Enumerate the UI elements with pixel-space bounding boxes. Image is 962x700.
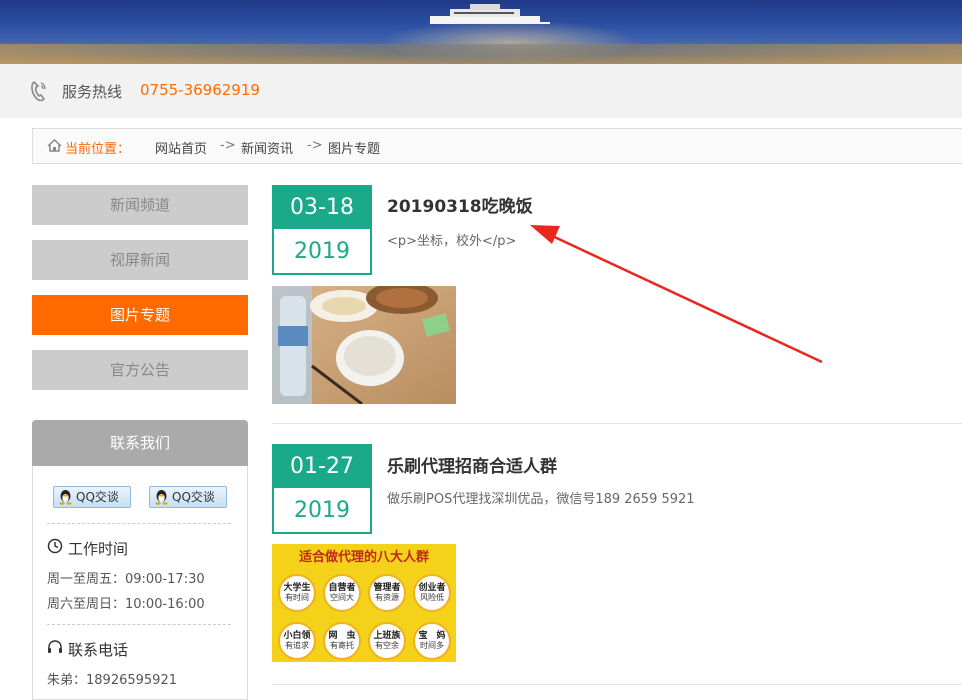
headset-icon <box>48 640 62 653</box>
qq-penguin-icon <box>59 490 72 505</box>
news-summary: 做乐刷POS代理找深圳优品，微信号189 2659 5921 <box>387 492 695 507</box>
date-badge: 01-27 2019 <box>272 444 372 534</box>
qq-chat-label: QQ交谈 <box>76 490 119 504</box>
dinner-photo <box>272 286 456 404</box>
nav-video-news[interactable]: 视屏新闻 <box>32 240 248 280</box>
boat-icon <box>430 4 550 24</box>
phone-icon <box>31 80 46 102</box>
news-title[interactable]: 乐刷代理招商合适人群 <box>387 452 557 477</box>
work-time-weekend: 周六至周日：10:00-16:00 <box>47 597 205 612</box>
work-time-title: 工作时间 <box>68 540 129 558</box>
breadcrumb-separator: -> <box>307 138 323 153</box>
breadcrumb-home-link[interactable]: 网站首页 <box>155 138 207 157</box>
clock-icon <box>47 538 63 554</box>
nav-news-channel[interactable]: 新闻频道 <box>32 185 248 225</box>
qq-penguin-icon <box>155 490 168 505</box>
poster-circle: 自营者 空间大 <box>323 574 361 612</box>
poster-circle: 宝 妈时间多 <box>413 622 451 660</box>
date-year: 2019 <box>294 498 350 523</box>
news-title[interactable]: 20190318吃晚饭 <box>387 192 533 217</box>
breadcrumb-separator: -> <box>220 138 236 153</box>
poster-circle: 小白领 有追求 <box>278 622 316 660</box>
poster-circle: 管理者 有资源 <box>368 574 406 612</box>
breadcrumb-news-link[interactable]: 新闻资讯 <box>241 138 293 157</box>
divider <box>47 624 231 625</box>
nav-official-notice[interactable]: 官方公告 <box>32 350 248 390</box>
date-badge: 03-18 2019 <box>272 185 372 275</box>
contact-title: 联系我们 <box>32 420 248 466</box>
date-month-day: 03-18 <box>274 187 370 229</box>
work-time-weekday: 周一至周五：09:00-17:30 <box>47 572 205 587</box>
phone-title: 联系电话 <box>68 641 129 659</box>
divider <box>47 523 231 524</box>
news-thumbnail-poster[interactable]: 适合做代理的八大人群 大学生 有时间 自营者 空间大 管理者 有资源 创业者 风险低 小… <box>272 544 456 662</box>
qq-chat-button[interactable]: QQ交谈 <box>149 486 227 508</box>
hotline-number: 0755-36962919 <box>140 81 260 99</box>
hotline-label: 服务热线 <box>62 83 123 101</box>
nav-picture-topic[interactable]: 图片专题 <box>32 295 248 335</box>
poster-circle: 创业者 风险低 <box>413 574 451 612</box>
breadcrumb-label: 当前位置： <box>65 142 131 157</box>
poster-circle: 上班族 有空余 <box>368 622 406 660</box>
contact-phone: 朱弟：18926595921 <box>47 673 177 688</box>
breadcrumb-current[interactable]: 图片专题 <box>328 138 380 157</box>
qq-chat-label: QQ交谈 <box>172 490 215 504</box>
qq-chat-button[interactable]: QQ交谈 <box>53 486 131 508</box>
top-banner-image <box>0 0 962 64</box>
news-summary: <p>坐标，校外</p> <box>387 234 517 249</box>
date-year: 2019 <box>294 239 350 264</box>
poster-circle: 大学生 有时间 <box>278 574 316 612</box>
news-thumbnail-dinner[interactable] <box>272 286 456 404</box>
news-divider <box>272 684 962 685</box>
date-month-day: 01-27 <box>274 446 370 488</box>
poster-title: 适合做代理的八大人群 <box>298 550 429 565</box>
poster-circle: 网 虫有寄托 <box>323 622 361 660</box>
news-divider <box>272 423 962 424</box>
home-icon <box>47 138 62 152</box>
